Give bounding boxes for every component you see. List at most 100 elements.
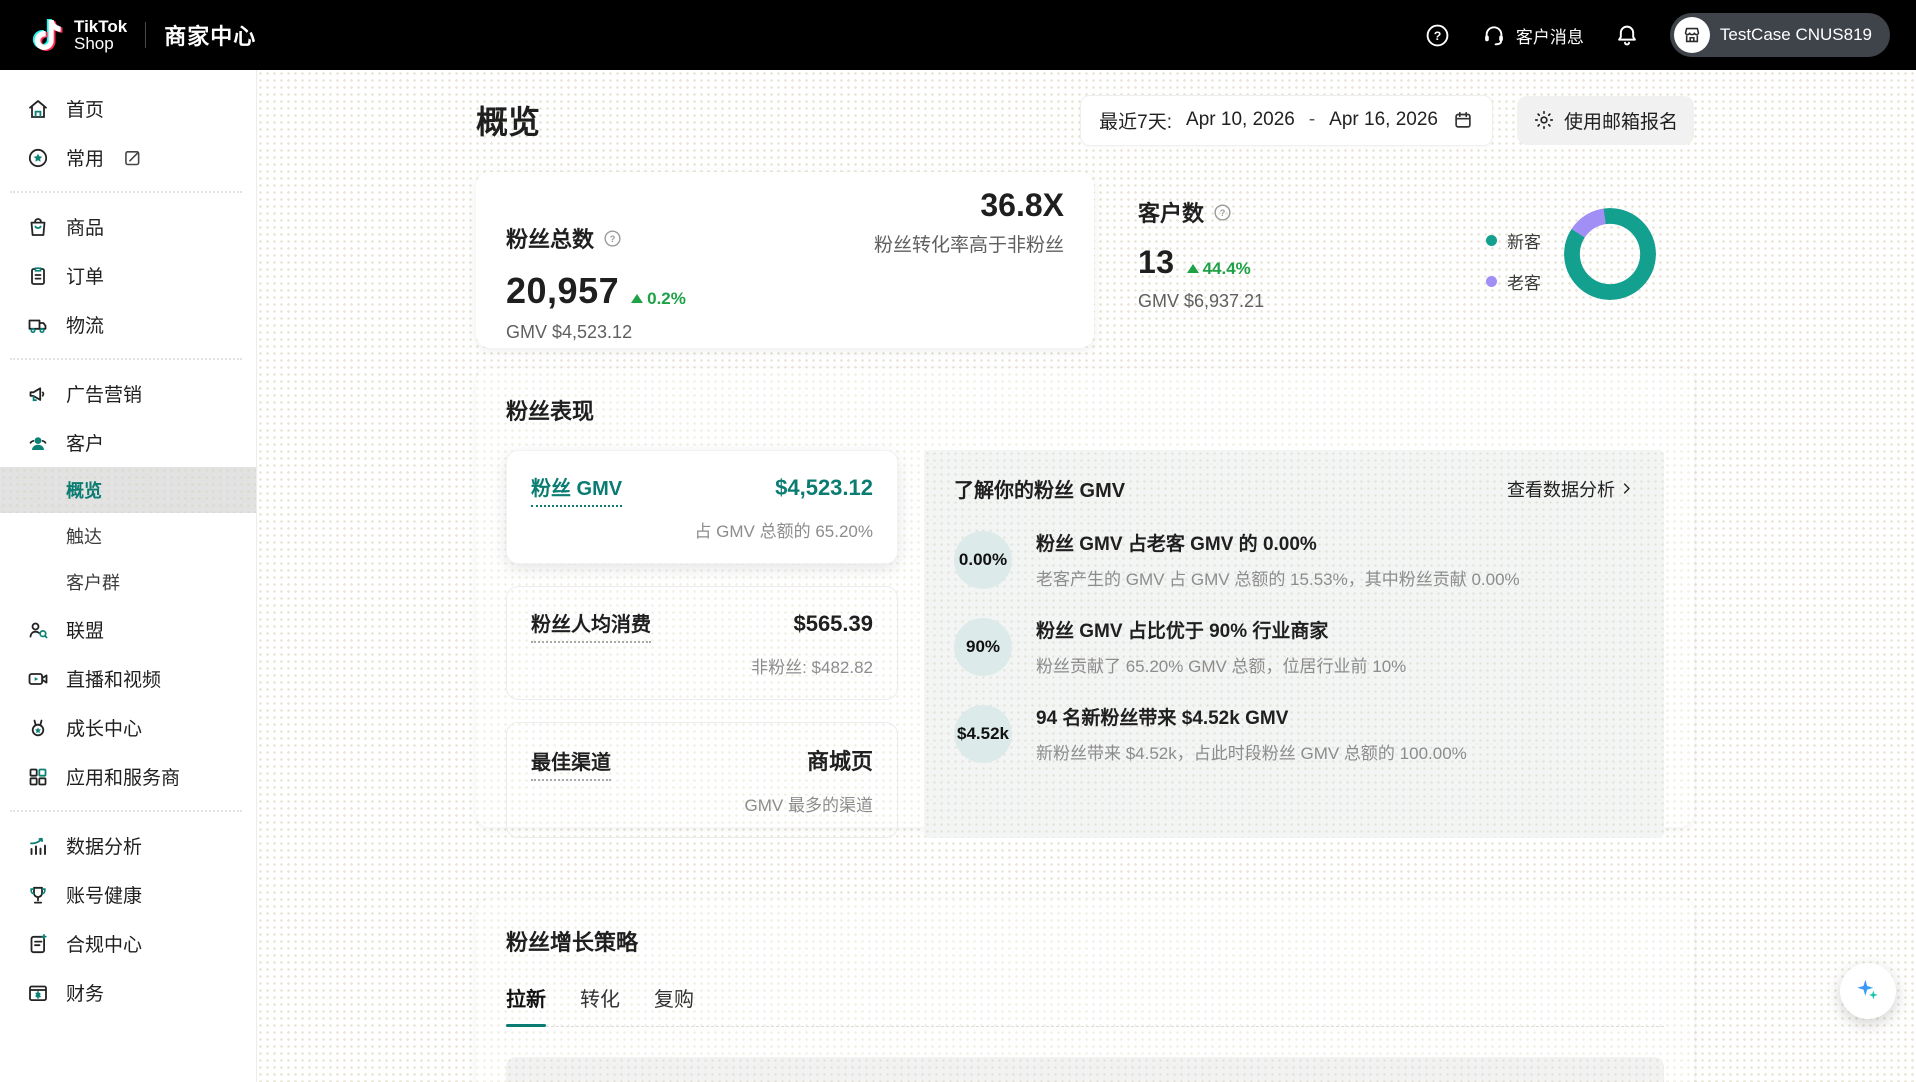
sidebar-divider	[10, 358, 242, 360]
star-circle-icon	[26, 146, 50, 170]
tab-convert[interactable]: 转化	[580, 983, 620, 1026]
trophy-icon	[26, 883, 50, 907]
page-title: 概览	[476, 97, 540, 143]
sidebar-item-growth-center[interactable]: 成长中心	[0, 703, 256, 752]
calendar-icon	[1452, 109, 1474, 131]
fans-total-card: 粉丝总数 ? 20,957 0.2% GMV $4,523.12 36.8X	[476, 172, 1094, 348]
sidebar-item-live-video[interactable]: 直播和视频	[0, 654, 256, 703]
fan-growth-heading: 粉丝增长策略	[506, 925, 1664, 957]
marketing-megaphone-icon	[26, 382, 50, 406]
store-avatar	[1674, 17, 1710, 53]
apps-grid-icon	[26, 765, 50, 789]
tab-repurchase[interactable]: 复购	[654, 983, 694, 1026]
conversion-multiplier: 36.8X	[506, 187, 1064, 224]
orders-clipboard-icon	[26, 264, 50, 288]
growth-medal-icon	[26, 716, 50, 740]
sidebar-item-home[interactable]: 首页	[0, 84, 256, 133]
date-preset-label: 最近7天:	[1099, 107, 1172, 134]
metric-card-fans-avg-spend[interactable]: 粉丝人均消费 $565.39 非粉丝: $482.82	[506, 586, 898, 700]
live-video-icon	[26, 667, 50, 691]
sidebar-divider	[10, 810, 242, 812]
bell-icon	[1614, 22, 1640, 48]
metric-card-fans-gmv[interactable]: 粉丝 GMV $4,523.12 占 GMV 总额的 65.20%	[506, 450, 898, 564]
sidebar-item-reach[interactable]: 触达	[0, 513, 256, 559]
customers-delta: 44.4%	[1187, 259, 1251, 279]
sidebar-item-marketing[interactable]: 广告营销	[0, 369, 256, 418]
sidebar-item-customer-groups[interactable]: 客户群	[0, 559, 256, 605]
insight-badge: $4.52k	[954, 705, 1012, 763]
help-button[interactable]: ?	[1424, 22, 1451, 49]
sidebar-item-affiliate[interactable]: 联盟	[0, 605, 256, 654]
fans-total-delta: 0.2%	[631, 289, 686, 309]
svg-text:?: ?	[1220, 207, 1226, 217]
storefront-icon	[1681, 24, 1703, 46]
sidebar-item-account-health[interactable]: 账号健康	[0, 870, 256, 919]
sidebar-item-compliance[interactable]: 合规中心	[0, 919, 256, 968]
customer-messages-button[interactable]: 客户消息	[1481, 22, 1584, 48]
home-icon	[26, 97, 50, 121]
fans-performance-panel: 粉丝表现 粉丝 GMV $4,523.12 占 GMV 总额的 65.20% 粉…	[476, 368, 1694, 827]
customer-donut-legend: 新客 老客	[1486, 228, 1541, 294]
sidebar-item-analytics[interactable]: 数据分析	[0, 821, 256, 870]
notifications-button[interactable]	[1614, 22, 1640, 48]
sidebar-item-overview[interactable]: 概览	[0, 467, 256, 513]
chevron-right-icon	[1619, 481, 1634, 496]
sidebar-divider	[10, 191, 242, 193]
customers-gmv: GMV $6,937.21	[1138, 291, 1438, 312]
growth-stats-row: 新粉数 : 430 新粉丝 GMV : $9,796.03 粉丝优惠券带来了 3…	[506, 1057, 1664, 1082]
fans-gmv-insight-panel: 了解你的粉丝 GMV 查看数据分析 0.00% 粉丝 GMV 占老客 GMV 的…	[924, 450, 1664, 838]
date-range-picker[interactable]: 最近7天: Apr 10, 2026 - Apr 16, 2026	[1080, 95, 1493, 146]
main-content: 概览 最近7天: Apr 10, 2026 - Apr 16, 2026 使用邮…	[257, 70, 1916, 1082]
date-separator: -	[1309, 109, 1315, 131]
legend-item-returning-customers: 老客	[1486, 269, 1541, 294]
sidebar-item-finance[interactable]: 财务	[0, 968, 256, 1017]
help-icon: ?	[1424, 22, 1451, 49]
finance-icon	[26, 981, 50, 1005]
sidebar-item-favorites[interactable]: 常用	[0, 133, 256, 182]
logo-text: TikTok Shop	[74, 18, 127, 52]
app-title: 商家中心	[164, 19, 256, 51]
sidebar-item-logistics[interactable]: 物流	[0, 300, 256, 349]
analytics-chart-icon	[26, 834, 50, 858]
date-end: Apr 16, 2026	[1329, 109, 1438, 131]
conversion-multiplier-desc: 粉丝转化率高于非粉丝	[506, 230, 1064, 257]
insight-badge: 90%	[954, 618, 1012, 676]
affiliate-network-icon	[26, 618, 50, 642]
sidebar-item-customers[interactable]: 客户	[0, 418, 256, 467]
date-start: Apr 10, 2026	[1186, 109, 1295, 131]
fan-growth-panel: 粉丝增长策略 拉新 转化 复购 新粉数 : 430 新粉丝 GMV : $9,7…	[476, 899, 1694, 1082]
tiktok-shop-logo[interactable]: TikTok Shop	[26, 15, 127, 55]
info-icon[interactable]: ?	[1212, 202, 1233, 223]
metric-card-best-channel[interactable]: 最佳渠道 商城页 GMV 最多的渠道	[506, 722, 898, 838]
legend-dot-new	[1486, 235, 1497, 246]
tab-acquire[interactable]: 拉新	[506, 983, 546, 1026]
fans-performance-heading: 粉丝表现	[506, 394, 1664, 426]
up-triangle-icon	[631, 294, 643, 303]
fans-total-gmv: GMV $4,523.12	[506, 322, 1064, 343]
email-signup-button[interactable]: 使用邮箱报名	[1517, 96, 1694, 145]
customers-title: 客户数	[1138, 196, 1204, 228]
legend-item-new-customers: 新客	[1486, 228, 1541, 253]
sidebar-item-products[interactable]: 商品	[0, 202, 256, 251]
ai-assistant-button[interactable]	[1840, 963, 1896, 1019]
customer-messages-label: 客户消息	[1516, 23, 1584, 48]
compliance-doc-icon	[26, 932, 50, 956]
customers-value: 13	[1138, 244, 1175, 281]
fans-metric-list: 粉丝 GMV $4,523.12 占 GMV 总额的 65.20% 粉丝人均消费…	[506, 450, 898, 838]
edit-icon[interactable]	[122, 147, 143, 168]
insight-title: 了解你的粉丝 GMV	[954, 474, 1125, 503]
headset-icon	[1481, 22, 1507, 48]
insight-row: 0.00% 粉丝 GMV 占老客 GMV 的 0.00% 老客产生的 GMV 占…	[954, 529, 1634, 590]
growth-tabs: 拉新 转化 复购	[506, 983, 1664, 1027]
sidebar-item-orders[interactable]: 订单	[0, 251, 256, 300]
sidebar-item-apps-services[interactable]: 应用和服务商	[0, 752, 256, 801]
svg-text:?: ?	[1434, 29, 1442, 43]
sidebar: 首页 常用 商品 订单 物流 广告营销 客户 概览 触达 客户群 联盟 直播和	[0, 70, 257, 1082]
account-name: TestCase CNUS819	[1720, 25, 1872, 45]
insight-row: $4.52k 94 名新粉丝带来 $4.52k GMV 新粉丝带来 $4.52k…	[954, 703, 1634, 764]
customers-people-icon	[26, 431, 50, 455]
view-analytics-link[interactable]: 查看数据分析	[1507, 476, 1634, 502]
logistics-truck-icon	[26, 313, 50, 337]
sparkles-icon	[1853, 976, 1883, 1006]
account-menu[interactable]: TestCase CNUS819	[1670, 13, 1890, 57]
